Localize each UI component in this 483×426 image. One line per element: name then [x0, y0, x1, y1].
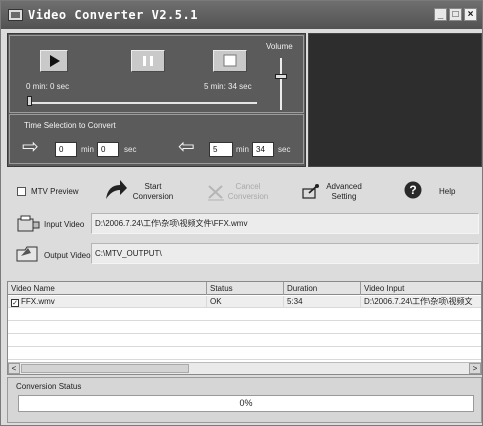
video-input-cell: D:\2006.7.24\工作\杂项\视频文	[361, 296, 481, 308]
end-sec-unit: sec	[278, 145, 291, 154]
video-name-cell: ✓ FFX.wmv	[8, 296, 207, 308]
video-list-table: Video Name Status Duration Video Input ✓…	[7, 281, 482, 375]
start-conversion-icon[interactable]	[103, 178, 129, 202]
pause-icon	[143, 56, 153, 66]
window-title: Video Converter V2.5.1	[28, 8, 198, 22]
seek-slider-thumb[interactable]	[27, 96, 32, 106]
end-min-input[interactable]: 5	[209, 142, 233, 157]
output-folder-icon	[16, 246, 38, 262]
duration-cell: 5:34	[284, 296, 361, 308]
stop-icon	[223, 54, 237, 67]
play-button[interactable]	[40, 50, 68, 72]
conversion-progress-bar: 0%	[18, 395, 474, 412]
horizontal-scrollbar[interactable]: < >	[8, 362, 481, 374]
playback-controls: 0 min: 0 sec 5 min: 34 sec Volume	[9, 35, 304, 113]
input-video-path[interactable]: D:\2006.7.24\工作\杂项\视频文件\FFX.wmv	[91, 213, 479, 234]
start-arrow-icon: ⇨	[22, 136, 39, 158]
conversion-status-panel: Conversion Status 0%	[7, 377, 482, 423]
app-window: Video Converter V2.5.1 _ □ × 0 min: 0 se…	[0, 0, 483, 426]
column-header-video-input[interactable]: Video Input	[361, 282, 481, 295]
mtv-preview-label: MTV Preview	[31, 187, 79, 196]
help-icon[interactable]: ?	[403, 180, 423, 200]
advanced-setting-button[interactable]: Advanced Setting	[319, 182, 369, 202]
cancel-conversion-button[interactable]: Cancel Conversion	[221, 182, 275, 202]
total-time: 5 min: 34 sec	[204, 82, 252, 91]
scroll-right-button[interactable]: >	[469, 363, 481, 374]
time-selection-label: Time Selection to Convert	[24, 121, 116, 130]
end-sec-input[interactable]: 34	[252, 142, 274, 157]
toolbar: MTV Preview Start Conversion Cancel Conv…	[7, 173, 482, 277]
volume-label: Volume	[266, 42, 293, 51]
svg-text:?: ?	[409, 183, 416, 197]
maximize-button[interactable]: □	[449, 8, 462, 21]
progress-percent: 0%	[239, 398, 253, 408]
close-button[interactable]: ×	[464, 8, 477, 21]
table-header: Video Name Status Duration Video Input	[8, 282, 481, 295]
start-min-unit: min	[81, 145, 94, 154]
column-header-status[interactable]: Status	[207, 282, 284, 295]
column-header-video-name[interactable]: Video Name	[8, 282, 207, 295]
status-cell: OK	[207, 296, 284, 308]
output-video-path[interactable]: C:\MTV_OUTPUT\	[91, 243, 479, 264]
output-video-label: Output Video	[44, 251, 91, 260]
volume-track[interactable]	[280, 58, 282, 110]
mtv-preview-checkbox[interactable]	[17, 187, 26, 196]
row-checkbox[interactable]: ✓	[11, 299, 19, 307]
minimize-button[interactable]: _	[434, 8, 447, 21]
current-time: 0 min: 0 sec	[26, 82, 70, 91]
table-row	[8, 348, 481, 360]
play-icon	[50, 55, 60, 67]
seek-track[interactable]	[31, 102, 257, 104]
advanced-setting-icon	[302, 184, 319, 199]
title-bar: Video Converter V2.5.1 _ □ ×	[1, 1, 482, 29]
input-video-label: Input Video	[44, 220, 85, 229]
start-sec-unit: sec	[124, 145, 137, 154]
start-sec-input[interactable]: 0	[97, 142, 119, 157]
end-arrow-icon: ⇦	[178, 136, 195, 158]
stop-button[interactable]	[213, 50, 247, 72]
column-header-duration[interactable]: Duration	[284, 282, 361, 295]
table-row	[8, 322, 481, 334]
video-preview	[308, 33, 482, 167]
table-row	[8, 335, 481, 347]
scroll-left-button[interactable]: <	[8, 363, 20, 374]
volume-slider-thumb[interactable]	[275, 74, 287, 79]
app-icon	[8, 9, 23, 21]
input-video-icon	[17, 215, 40, 232]
start-conversion-button[interactable]: Start Conversion	[127, 182, 179, 202]
scroll-thumb[interactable]	[21, 364, 189, 373]
pause-button[interactable]	[131, 50, 165, 72]
player-panel: 0 min: 0 sec 5 min: 34 sec Volume Time S…	[7, 33, 306, 167]
conversion-status-label: Conversion Status	[16, 382, 82, 391]
table-row	[8, 309, 481, 321]
start-min-input[interactable]: 0	[55, 142, 77, 157]
end-min-unit: min	[236, 145, 249, 154]
help-button[interactable]: Help	[439, 187, 455, 197]
table-row[interactable]: ✓ FFX.wmv OK 5:34 D:\2006.7.24\工作\杂项\视频文	[8, 296, 481, 308]
